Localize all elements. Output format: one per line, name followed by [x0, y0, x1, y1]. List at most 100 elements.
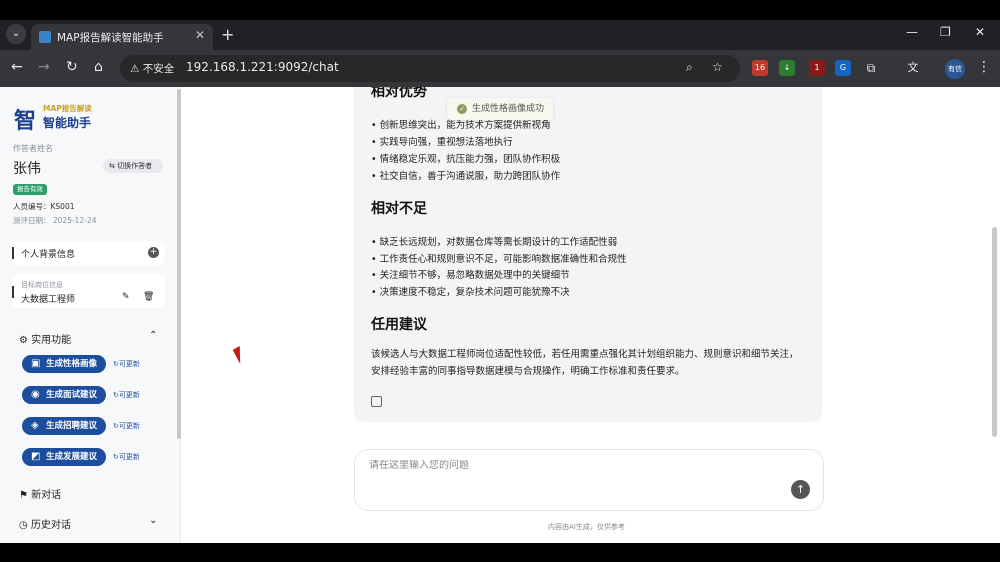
target-position-label: 目标岗位信息: [21, 281, 63, 289]
list-item: • 情绪稳定乐观，抗压能力强，团队协作积极: [371, 154, 561, 165]
list-item: • 缺乏长远规划，对数据仓库等需长期设计的工作适配性弱: [371, 237, 618, 248]
list-item: • 实践导向强，重视想法落地执行: [371, 137, 513, 148]
switch-respondent-button[interactable]: ⇆ 切换作答者: [103, 159, 163, 173]
translate-extension-icon[interactable]: G: [835, 60, 851, 76]
browser-tab[interactable]: MAP报告解读智能助手 ✕: [31, 24, 213, 50]
heading-advice: 任用建议: [371, 317, 427, 333]
refresh-label: 可更新: [118, 360, 140, 368]
button-label: 生成面试建议: [46, 390, 98, 400]
card-accent: [12, 247, 14, 259]
ai-disclaimer: 内容由AI生成，仅供参考: [548, 523, 625, 531]
web-page: 智 MAP报告解读 智能助手 作答者姓名 张伟 ⇆ 切换作答者 报告有效 人员编…: [0, 87, 1000, 543]
refresh-link[interactable]: ↻可更新: [113, 390, 140, 400]
new-tab-icon[interactable]: +: [221, 25, 234, 44]
logo-icon: 智: [14, 108, 37, 134]
favicon-icon: [39, 31, 51, 43]
logo-subtitle: MAP报告解读: [43, 104, 92, 113]
copy-icon[interactable]: [371, 396, 382, 407]
logo-title: 智能助手: [43, 116, 92, 130]
chart-icon: ◩: [31, 451, 41, 462]
minimize-icon[interactable]: —: [906, 25, 918, 39]
generate-development-button[interactable]: ◩ 生成发展建议: [22, 448, 106, 466]
address-bar[interactable]: ⚠ 不安全 192.168.1.221:9092/chat ⌕ ☆: [120, 55, 740, 82]
url-text[interactable]: 192.168.1.221:9092/chat: [186, 60, 339, 74]
respondent-label: 作答者姓名: [13, 144, 53, 153]
interview-icon: ◉: [31, 389, 40, 400]
generate-interview-button[interactable]: ◉ 生成面试建议: [22, 386, 106, 404]
close-tab-icon[interactable]: ✕: [195, 28, 205, 42]
refresh-link[interactable]: ↻可更新: [113, 359, 140, 369]
history-header[interactable]: ◷ 历史对话: [19, 516, 71, 531]
chevron-down-icon[interactable]: ⌄: [149, 515, 157, 526]
browser-toolbar: ← → ↻ ⌂ ⚠ 不安全 192.168.1.221:9092/chat ⌕ …: [0, 50, 1000, 87]
add-icon[interactable]: +: [148, 247, 159, 258]
button-label: 生成性格画像: [46, 359, 98, 369]
main-scrollbar[interactable]: [992, 227, 997, 437]
security-warning[interactable]: ⚠ 不安全: [130, 61, 174, 76]
menu-icon[interactable]: ⋮: [977, 59, 991, 75]
check-icon: ✓: [457, 104, 467, 114]
tab-title: MAP报告解读智能助手: [57, 32, 164, 44]
edit-icon[interactable]: ✎: [122, 292, 130, 302]
sidebar-scrollbar[interactable]: [177, 89, 181, 439]
background-info-card[interactable]: 个人背景信息 +: [12, 241, 165, 265]
new-chat-label: 新对话: [31, 490, 62, 501]
download-icon[interactable]: ↓: [779, 60, 795, 76]
close-window-icon[interactable]: ✕: [975, 25, 985, 39]
target-position-card: 目标岗位信息 大数据工程师 ✎ 🗑: [12, 274, 165, 308]
extension-red-icon[interactable]: 1: [809, 60, 825, 76]
profile-avatar[interactable]: 有信: [945, 59, 965, 79]
target-position-value: 大数据工程师: [21, 295, 76, 305]
clock-icon: ◷: [19, 520, 31, 531]
browser-tab-bar: ⌄ MAP报告解读智能助手 ✕ + — ❐ ✕: [0, 20, 1000, 50]
advice-paragraph: 该候选人与大数据工程师岗位适配性较低，若任用需重点强化其计划组织能力、规则意识和…: [371, 349, 799, 377]
generate-portrait-button[interactable]: ▣ 生成性格画像: [22, 355, 106, 373]
toast-text: 生成性格画像成功: [472, 104, 545, 114]
back-icon[interactable]: ←: [11, 59, 23, 75]
refresh-link[interactable]: ↻可更新: [113, 452, 140, 462]
history-label: 历史对话: [30, 520, 71, 531]
send-icon[interactable]: ↑: [791, 480, 810, 499]
switch-icon: ⇆: [109, 162, 118, 170]
recruitment-icon: ◈: [31, 420, 39, 431]
chevron-up-icon[interactable]: ⌃: [149, 330, 157, 341]
mouse-cursor-icon: [232, 346, 248, 364]
features-icon: ⚙: [19, 335, 32, 346]
delete-icon[interactable]: 🗑: [143, 292, 154, 302]
tab-search-icon[interactable]: ⌄: [6, 24, 26, 44]
portrait-icon: ▣: [31, 358, 41, 369]
switch-label: 切换作答者: [117, 162, 153, 170]
heading-strengths: 相对优势: [371, 87, 427, 100]
button-label: 生成招聘建议: [46, 421, 98, 431]
person-id: 人员编号：KS001: [13, 202, 75, 211]
zoom-icon[interactable]: ⌕: [686, 60, 693, 75]
forward-icon[interactable]: →: [38, 59, 50, 75]
reload-icon[interactable]: ↻: [66, 59, 78, 75]
button-label: 生成发展建议: [46, 452, 98, 462]
generate-recruitment-button[interactable]: ◈ 生成招聘建议: [22, 417, 106, 435]
translate-icon[interactable]: 文: [905, 60, 921, 76]
maximize-icon[interactable]: ❐: [940, 25, 951, 39]
refresh-label: 可更新: [118, 422, 140, 430]
card-accent: [12, 286, 14, 298]
heading-weaknesses: 相对不足: [371, 201, 427, 217]
list-item: • 社交自信，善于沟通说服，助力跨团队协作: [371, 171, 561, 182]
home-icon[interactable]: ⌂: [94, 59, 103, 75]
chat-input-box[interactable]: [354, 449, 824, 511]
extension-badge-icon[interactable]: 16: [752, 60, 768, 76]
list-item: • 工作责任心和规则意识不足，可能影响数据准确性和合规性: [371, 254, 627, 265]
sidebar: 智 MAP报告解读 智能助手 作答者姓名 张伟 ⇆ 切换作答者 报告有效 人员编…: [0, 87, 181, 543]
refresh-link[interactable]: ↻可更新: [113, 421, 140, 431]
screen: ⌄ MAP报告解读智能助手 ✕ + — ❐ ✕ ← → ↻ ⌂ ⚠ 不安全 19…: [0, 0, 1000, 562]
features-header[interactable]: ⚙ 实用功能: [19, 331, 71, 346]
list-item: • 关注细节不够，易忽略数据处理中的关键细节: [371, 270, 570, 281]
respondent-name: 张伟: [13, 161, 41, 177]
new-chat-button[interactable]: ⚑ 新对话: [19, 486, 61, 501]
extensions-puzzle-icon[interactable]: ⧉: [863, 60, 879, 76]
chat-input[interactable]: [369, 460, 789, 471]
flag-icon: ⚑: [19, 490, 32, 501]
success-toast: ✓ 生成性格画像成功: [447, 98, 553, 120]
eval-date: 测评日期： 2025-12-24: [13, 216, 97, 225]
bookmark-star-icon[interactable]: ☆: [712, 60, 723, 74]
refresh-label: 可更新: [118, 391, 140, 399]
